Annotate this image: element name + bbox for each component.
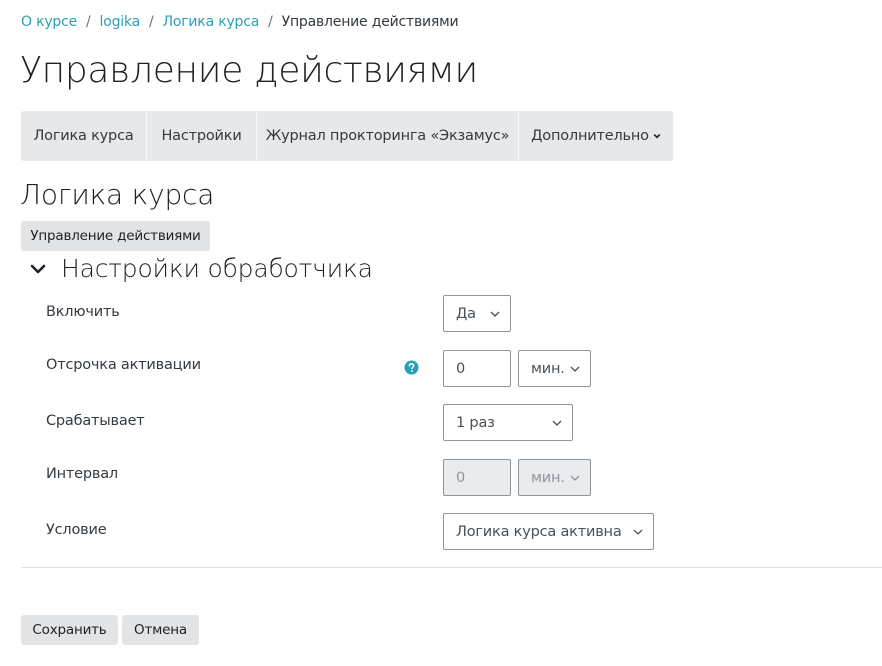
interval-input: 0 bbox=[443, 459, 511, 496]
breadcrumb-link-logika[interactable]: logika bbox=[100, 14, 141, 30]
condition-select-value: Логика курса активна bbox=[456, 523, 622, 540]
secondary-navigation: Логика курса Настройки Журнал прокторинг… bbox=[21, 111, 673, 161]
breadcrumb-current: Управление действиями bbox=[281, 14, 459, 30]
page: О курсе / logika / Логика курса / Управл… bbox=[0, 0, 882, 666]
caret-down-icon bbox=[490, 311, 500, 317]
activation-delay-value: 0 bbox=[456, 360, 466, 377]
activation-delay-unit-value: мин. bbox=[531, 360, 565, 377]
chevron-down-icon bbox=[653, 133, 661, 139]
condition-label: Условие bbox=[46, 522, 107, 538]
caret-down-icon bbox=[570, 475, 580, 481]
caret-down-icon bbox=[570, 366, 580, 372]
nav-tab-label: Настройки bbox=[161, 128, 242, 144]
fieldset-header-handler-settings[interactable]: Настройки обработчика bbox=[28, 254, 373, 283]
breadcrumb: О курсе / logika / Логика курса / Управл… bbox=[21, 14, 459, 30]
breadcrumb-separator: / bbox=[86, 14, 91, 30]
caret-down-icon bbox=[633, 529, 643, 535]
interval-unit-select: мин. bbox=[518, 459, 591, 496]
nav-tab-course-logic[interactable]: Логика курса bbox=[21, 111, 147, 161]
cancel-button[interactable]: Отмена bbox=[122, 615, 199, 645]
activation-delay-label: Отсрочка активации bbox=[46, 357, 201, 373]
nav-tab-label: Дополнительно bbox=[531, 128, 649, 144]
manage-actions-button[interactable]: Управление действиями bbox=[21, 221, 210, 251]
breadcrumb-separator: / bbox=[149, 14, 154, 30]
interval-label: Интервал bbox=[46, 466, 118, 482]
nav-tab-more-dropdown[interactable]: Дополнительно bbox=[519, 111, 673, 161]
interval-value: 0 bbox=[456, 469, 466, 486]
save-button[interactable]: Сохранить bbox=[21, 615, 118, 645]
enable-label: Включить bbox=[46, 304, 120, 320]
divider bbox=[21, 567, 882, 568]
page-title: Управление действиями bbox=[20, 50, 478, 91]
interval-unit-value: мин. bbox=[531, 469, 565, 486]
question-circle-icon[interactable] bbox=[404, 360, 419, 375]
breadcrumb-separator: / bbox=[268, 14, 273, 30]
fires-select-value: 1 раз bbox=[456, 414, 495, 431]
activation-delay-input[interactable]: 0 bbox=[443, 350, 511, 387]
caret-down-icon bbox=[552, 420, 562, 426]
activation-delay-unit-select[interactable]: мин. bbox=[518, 350, 591, 387]
condition-select[interactable]: Логика курса активна bbox=[443, 513, 654, 550]
breadcrumb-link-about-course[interactable]: О курсе bbox=[21, 14, 77, 30]
nav-tab-label: Логика курса bbox=[33, 128, 134, 144]
nav-tab-proctoring-log[interactable]: Журнал прокторинга «Экзамус» bbox=[257, 111, 519, 161]
fieldset-legend: Настройки обработчика bbox=[61, 254, 373, 283]
enable-select[interactable]: Да bbox=[443, 295, 511, 332]
section-title: Логика курса bbox=[20, 178, 215, 211]
breadcrumb-link-course-logic[interactable]: Логика курса bbox=[163, 14, 260, 30]
nav-tab-label: Журнал прокторинга «Экзамус» bbox=[265, 128, 510, 144]
chevron-down-icon bbox=[30, 264, 46, 273]
enable-select-value: Да bbox=[456, 305, 476, 322]
nav-tab-settings[interactable]: Настройки bbox=[147, 111, 257, 161]
fires-label: Срабатывает bbox=[46, 413, 145, 429]
fires-select[interactable]: 1 раз bbox=[443, 404, 573, 441]
